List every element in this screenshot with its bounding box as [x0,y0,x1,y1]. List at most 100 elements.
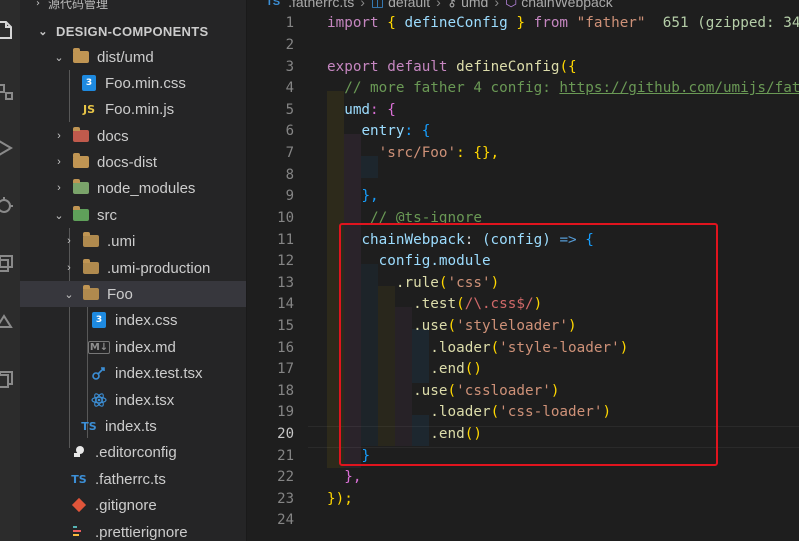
line-number: 17 [277,361,294,377]
markdown-file-icon: M↓ [87,338,111,356]
folder-icon [72,153,90,171]
line-number: 1 [285,15,294,31]
chevron-down-icon: ⌄ [38,25,48,38]
testing-icon[interactable] [0,306,20,338]
extensions-icon[interactable] [0,248,20,280]
highlight-annotation-box [339,223,718,466]
tree-file-index-tsx[interactable]: index.tsx [20,387,246,413]
line-number: 7 [285,145,294,161]
line-number: 3 [285,59,294,75]
explorer-icon[interactable] [0,14,20,46]
line-number: 22 [277,469,294,485]
method-icon: ⬡ [505,0,518,9]
code-line-6: entry: { [327,123,430,139]
comment-link[interactable]: https://github.com/umijs/fat [559,80,799,96]
token-keyword: export [327,59,379,75]
tree-folder-dist-umd[interactable]: ⌄ dist/umd [20,44,246,70]
tree-item-label: Foo.min.css [105,74,186,92]
chevron-down-icon: ⌄ [54,209,64,222]
tree-file-prettierignore[interactable]: .prettierignore [20,519,246,541]
prettier-icon [70,523,88,541]
token-function: defineConfig [456,59,560,75]
tree-item-label: dist/umd [97,48,154,66]
chevron-right-icon: › [436,0,441,10]
tree-folder-umi-production[interactable]: › .umi-production [20,255,246,281]
docs-folder-icon [72,127,90,145]
token-keyword: default [387,59,448,75]
token-string: "father" [576,15,646,31]
search-icon[interactable] [0,76,20,108]
line-number: 11 [277,232,294,248]
tree-folder-docs-dist[interactable]: › docs-dist [20,149,246,175]
test-file-icon [90,364,108,382]
tree-item-label: docs-dist [97,153,158,171]
line-number: 21 [277,448,294,464]
tree-item-label: .umi [107,232,136,250]
tree-item-label: .fatherrc.ts [95,470,166,488]
tree-file-foo-min-css[interactable]: 3 Foo.min.css [20,70,246,96]
source-control-icon[interactable] [0,132,20,164]
explorer-sidebar: › 源代码管理 ⌄ DESIGN-COMPONENTS ⌄ dist/umd 3… [20,0,247,541]
token-string: 'src/Foo' [378,145,457,161]
tree-item-label: index.tsx [115,391,175,409]
tree-file-index-md[interactable]: M↓ index.md [20,334,246,360]
line-number: 9 [285,188,294,204]
breadcrumb-symbol[interactable]: umd [461,0,488,10]
token-brace: } [516,15,525,31]
code-line-5: umd: { [327,102,396,118]
run-debug-icon[interactable] [0,190,20,222]
chevron-down-icon: ⌄ [54,51,64,64]
breadcrumb-symbol[interactable]: chainWebpack [521,0,613,10]
tree-file-fatherrc-ts[interactable]: TS .fatherrc.ts [20,466,246,492]
token-property: umd [344,102,371,118]
tree-item-label: node_modules [97,179,196,197]
breadcrumb-symbol[interactable]: default [388,0,430,10]
code-line-4: // more father 4 config: https://github.… [327,80,799,96]
tree-file-gitignore[interactable]: .gitignore [20,492,246,518]
folder-open-icon [82,285,100,303]
token-punct: }, [361,188,379,204]
tree-item-label: docs [97,127,129,145]
tree-folder-foo[interactable]: ⌄ Foo [20,281,246,307]
tree-folder-node-modules[interactable]: › node_modules [20,175,246,201]
token-brace: { [387,15,396,31]
token-punct: : { [370,102,396,118]
token-keyword: import [327,15,379,31]
tree-item-label: index.test.tsx [115,364,203,382]
tree-folder-umi[interactable]: › .umi [20,228,246,254]
line-number: 12 [277,253,294,269]
source-control-header[interactable]: › 源代码管理 [20,0,108,12]
line-number: 23 [277,491,294,507]
token-punct: : { [404,123,431,139]
tree-file-editorconfig[interactable]: .editorconfig [20,439,246,465]
tree-folder-docs[interactable]: › docs [20,123,246,149]
chevron-right-icon: › [57,156,61,168]
chevron-right-icon: › [57,130,61,142]
line-number: 2 [285,37,294,53]
tree-file-index-css[interactable]: 3 index.css [20,307,246,333]
line-number: 10 [277,210,294,226]
code-line-9: }, [327,188,379,204]
project-root[interactable]: ⌄ DESIGN-COMPONENTS [20,18,246,44]
symbol-icon: ◫ [370,0,385,9]
code-line-1: import { defineConfig } from "father" 65… [327,15,799,31]
tree-item-label: src [97,206,117,224]
tree-file-index-test-tsx[interactable]: index.test.tsx [20,360,246,386]
css-file-icon: 3 [90,311,108,329]
remote-explorer-icon[interactable] [0,364,20,396]
chevron-right-icon: › [360,0,365,10]
tree-item-label: .editorconfig [95,443,177,461]
tree-file-index-ts[interactable]: TS index.ts [20,413,246,439]
token-brace: ({ [559,59,577,75]
folder-open-icon [72,48,90,66]
line-number: 8 [285,167,294,183]
ts-file-icon: TS [71,472,87,486]
import-cost-hint: 651 (gzipped: 34 [662,15,799,31]
tree-item-label: .prettierignore [95,523,188,541]
token-comment: // more father 4 config: [344,80,560,96]
tree-folder-src[interactable]: ⌄ src [20,202,246,228]
chevron-right-icon: › [36,0,40,9]
tree-item-label: .gitignore [95,496,157,514]
tree-file-foo-min-js[interactable]: JS Foo.min.js [20,96,246,122]
breadcrumb-file[interactable]: .fatherrc.ts [288,0,354,10]
